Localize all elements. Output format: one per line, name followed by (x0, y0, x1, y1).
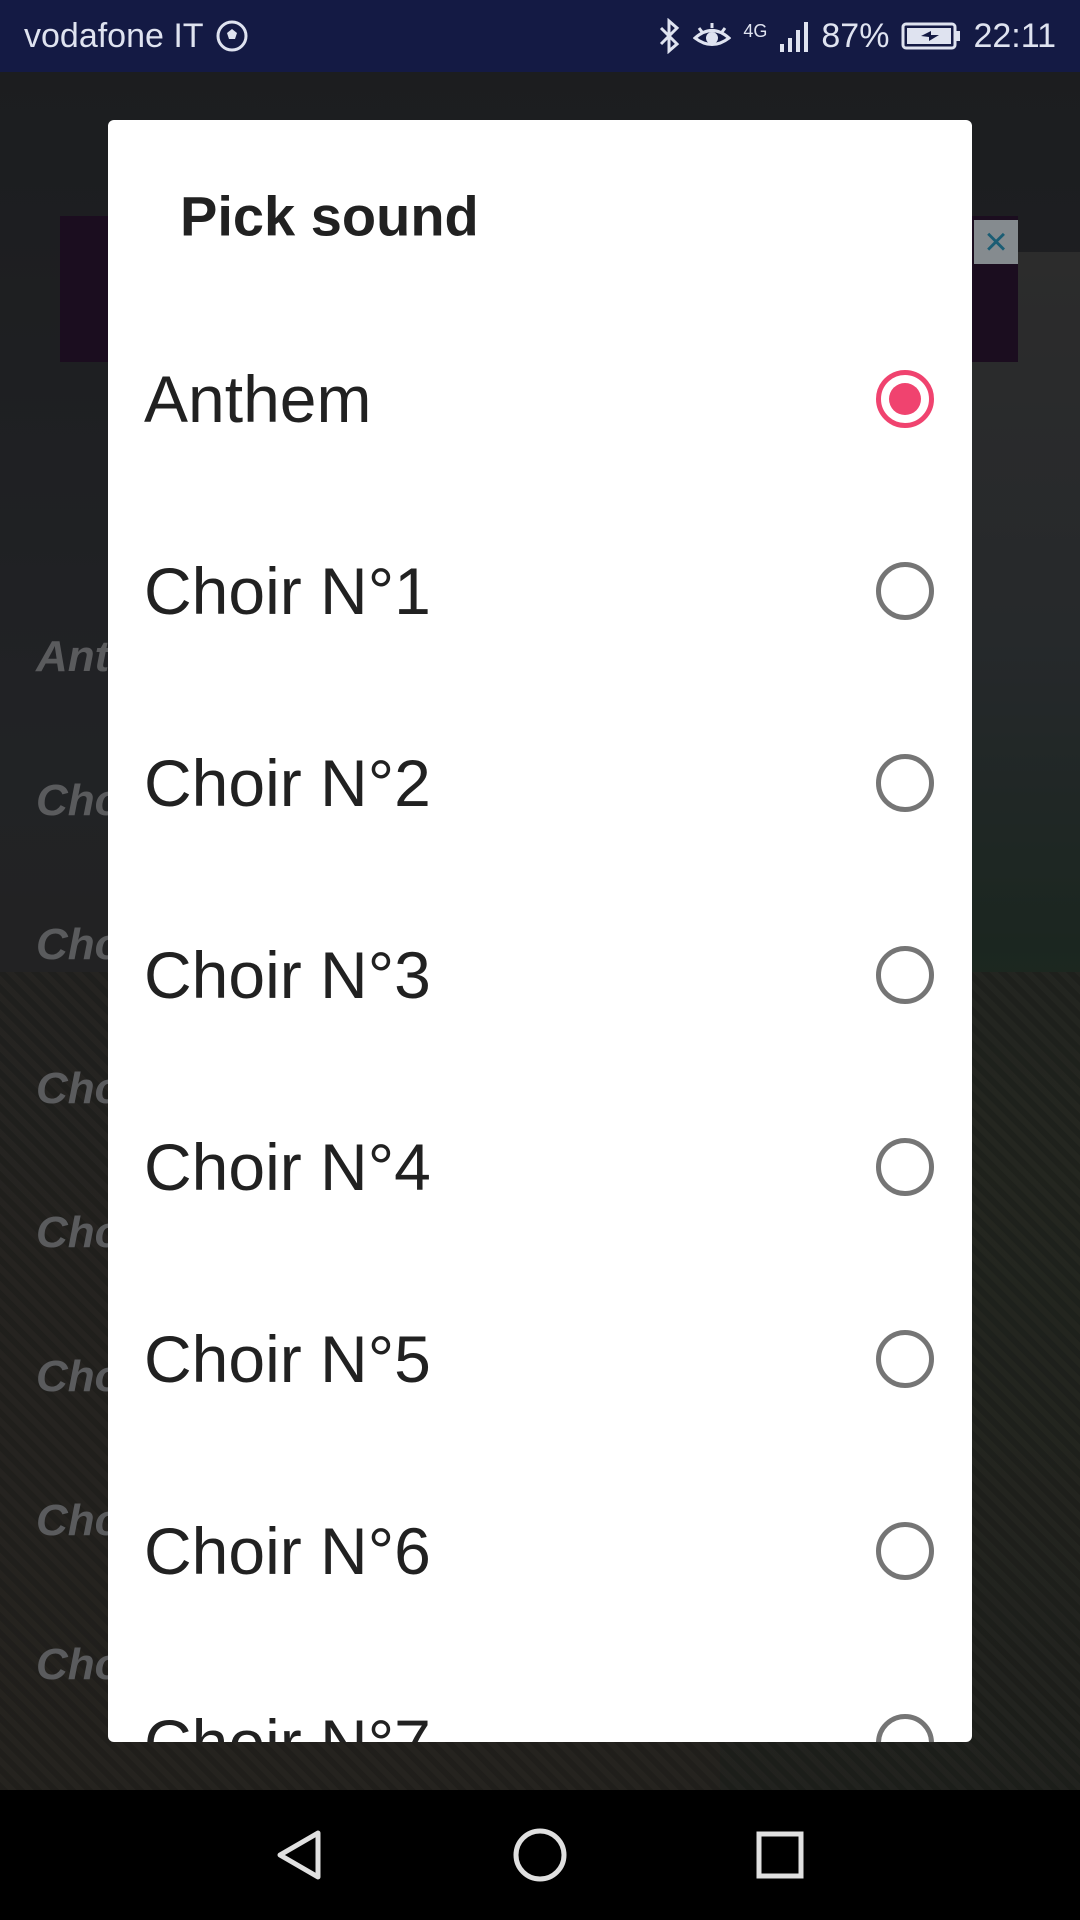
status-bar: vodafone IT 4G 87% 22:11 (0, 0, 1080, 72)
sound-option-choir-6[interactable]: Choir N°6 (108, 1455, 972, 1647)
battery-charging-icon (901, 21, 961, 51)
home-circle-icon[interactable] (495, 1810, 585, 1900)
network-type: 4G (743, 20, 768, 41)
option-label: Choir N°6 (144, 1514, 431, 1588)
radio-button[interactable] (876, 1330, 934, 1388)
signal-icon (779, 20, 809, 52)
radio-button[interactable] (876, 1714, 934, 1742)
sound-option-choir-5[interactable]: Choir N°5 (108, 1263, 972, 1455)
option-label: Choir N°5 (144, 1322, 431, 1396)
option-label: Choir N°4 (144, 1130, 431, 1204)
status-bar-left: vodafone IT (24, 17, 248, 56)
sound-option-choir-2[interactable]: Choir N°2 (108, 687, 972, 879)
radio-button[interactable] (876, 1522, 934, 1580)
option-label: Choir N°7 (144, 1705, 431, 1742)
battery-percent: 87% (821, 16, 890, 55)
sound-option-anthem[interactable]: Anthem (108, 303, 972, 495)
option-label: Choir N°2 (144, 746, 431, 820)
soccer-ball-icon (216, 20, 248, 52)
recents-square-icon[interactable] (735, 1810, 825, 1900)
dialog-title: Pick sound (180, 184, 479, 248)
option-label: Choir N°3 (144, 938, 431, 1012)
status-bar-right: 4G 87% 22:11 (657, 17, 1056, 56)
sound-option-choir-3[interactable]: Choir N°3 (108, 879, 972, 1071)
radio-button-checked[interactable] (876, 370, 934, 428)
navigation-bar (0, 1790, 1080, 1920)
option-label: Anthem (144, 362, 372, 436)
bluetooth-icon (657, 18, 681, 54)
radio-button[interactable] (876, 1138, 934, 1196)
carrier-name: vodafone IT (24, 16, 204, 55)
radio-button[interactable] (876, 754, 934, 812)
radio-button[interactable] (876, 946, 934, 1004)
sound-option-choir-7[interactable]: Choir N°7 (108, 1647, 972, 1742)
clock: 22:11 (973, 16, 1056, 55)
back-triangle-icon[interactable] (255, 1810, 345, 1900)
sound-option-choir-4[interactable]: Choir N°4 (108, 1071, 972, 1263)
eye-comfort-icon (693, 21, 732, 51)
option-label: Choir N°1 (144, 554, 431, 628)
pick-sound-dialog: Pick sound Anthem Choir N°1 Choir N°2 Ch… (108, 120, 972, 1742)
sound-options-list: Anthem Choir N°1 Choir N°2 Choir N°3 Cho… (108, 303, 972, 1742)
sound-option-choir-1[interactable]: Choir N°1 (108, 495, 972, 687)
radio-button[interactable] (876, 562, 934, 620)
